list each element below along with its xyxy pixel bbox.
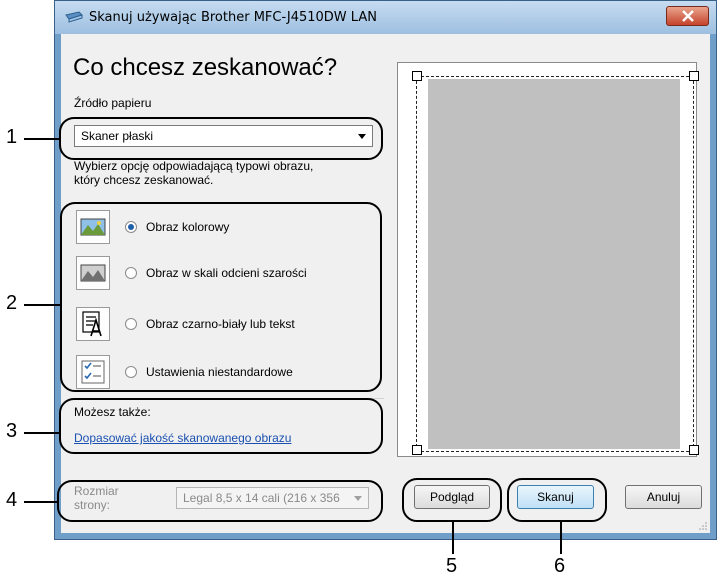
- resize-grip-icon[interactable]: [699, 522, 707, 530]
- callout-leader-3: [24, 432, 60, 434]
- callout-outline-1: [59, 117, 383, 160]
- paper-source-label: Źródło papieru: [74, 96, 152, 110]
- callout-number-5: 5: [446, 555, 458, 577]
- instruction-line-2: który chcesz zeskanować.: [74, 173, 214, 187]
- selection-handle-top-right[interactable]: [689, 71, 699, 81]
- preview-area[interactable]: [397, 62, 699, 457]
- instruction-line-1: Wybierz opcję odpowiadającą typowi obraz…: [74, 159, 314, 173]
- selection-handle-bottom-right[interactable]: [689, 445, 699, 455]
- title-bar: Skanuj używając Brother MFC-J4510DW LAN: [55, 1, 716, 34]
- callout-leader-2: [24, 304, 61, 306]
- callout-outline-4: [57, 480, 383, 522]
- callout-number-2: 2: [6, 292, 18, 314]
- callout-outline-2: [60, 202, 382, 392]
- callout-number-1: 1: [6, 126, 18, 148]
- callout-leader-1: [24, 138, 60, 140]
- callout-leader-4: [24, 501, 58, 503]
- callout-outline-6: [507, 478, 607, 522]
- scan-selection-area[interactable]: [416, 76, 694, 452]
- page-title: Co chcesz zeskanować?: [73, 54, 338, 81]
- cancel-button[interactable]: Anuluj: [625, 485, 702, 509]
- callout-leader-5: [452, 521, 454, 554]
- callout-number-3: 3: [6, 420, 18, 442]
- callout-outline-5: [402, 478, 502, 522]
- close-button[interactable]: [666, 6, 709, 26]
- selection-handle-bottom-left[interactable]: [412, 445, 422, 455]
- selection-handle-top-left[interactable]: [412, 71, 422, 81]
- callout-leader-6: [560, 521, 562, 554]
- callout-number-6: 6: [554, 555, 566, 577]
- callout-number-4: 4: [6, 489, 18, 511]
- close-icon: [682, 10, 694, 22]
- callout-outline-3: [59, 398, 383, 454]
- window-title: Skanuj używając Brother MFC-J4510DW LAN: [89, 10, 377, 25]
- scanner-icon: [65, 11, 83, 23]
